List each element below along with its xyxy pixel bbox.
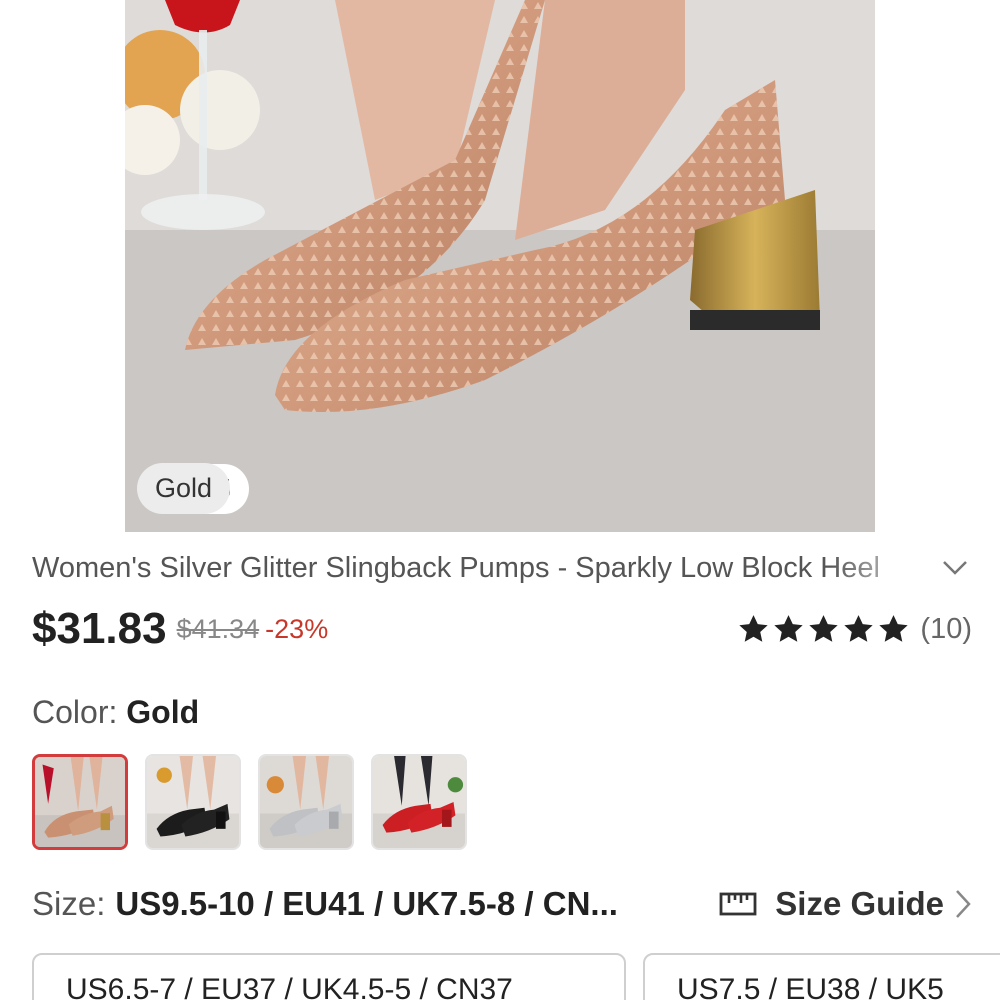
color-selected-value: Gold [126,694,200,730]
product-title-row[interactable]: Women's Silver Glitter Slingback Pumps -… [32,548,972,588]
chevron-down-icon[interactable] [938,551,972,585]
product-title: Women's Silver Glitter Slingback Pumps -… [32,551,880,584]
swatch-silver[interactable] [258,754,354,850]
size-label: Size: [32,885,106,922]
size-option[interactable]: US7.5 / EU38 / UK5 [643,953,1000,1000]
original-price: $41.34 [176,613,260,644]
star-icon [809,614,839,642]
swatch-gold[interactable] [32,754,128,850]
size-row: Size: US9.5-10 / EU41 / UK7.5-8 / CN... … [32,878,972,930]
size-guide-button[interactable]: Size Guide [719,885,972,923]
current-price: $31.83 [32,604,167,653]
product-image[interactable]: 1/15 [125,0,875,532]
swatch-black[interactable] [145,754,241,850]
star-icon [739,614,769,642]
image-color-chip: Gold [137,463,231,514]
ruler-icon [719,892,757,916]
size-options: US6.5-7 / EU37 / UK4.5-5 / CN37 US7.5 / … [32,953,1000,1000]
swatch-red[interactable] [371,754,467,850]
color-swatches [32,754,467,850]
size-option[interactable]: US6.5-7 / EU37 / UK4.5-5 / CN37 [32,953,626,1000]
star-icon [879,614,909,642]
star-icon [844,614,874,642]
product-photo [125,0,875,532]
color-label-prefix: Color: [32,694,127,730]
color-label: Color: Gold [32,694,199,731]
discount-badge: -23% [265,613,329,644]
rating[interactable]: (10) [735,613,972,646]
size-guide-label: Size Guide [775,885,944,922]
chevron-right-icon [956,890,971,918]
review-count: (10) [920,612,972,645]
price-row: $31.83 $41.34 -23% (10) [32,600,972,658]
size-selected-value: US9.5-10 / EU41 / UK7.5-8 / CN... [115,885,618,922]
star-icon [774,614,804,642]
